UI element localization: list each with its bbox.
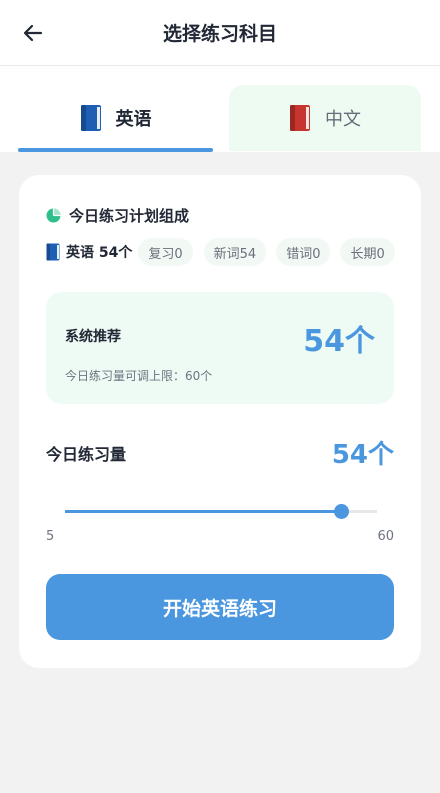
- slider-track-filled[interactable]: [65, 510, 377, 513]
- recommend-note: 今日练习量可调上限：60个: [65, 369, 213, 383]
- chip-review: 复习0: [138, 238, 193, 266]
- tab-english[interactable]: 英语: [18, 85, 213, 151]
- slider-thumb[interactable]: [334, 504, 349, 519]
- slider-min-label: 5: [46, 529, 55, 544]
- today-amount-label: 今日练习量: [46, 445, 127, 464]
- practice-plan-card: 今日练习计划组成 英语 54个 复习0 新词54 错词0 长期0 系统推荐 54…: [19, 175, 421, 668]
- red-book-icon: [290, 105, 310, 131]
- today-amount-value: 54个: [331, 440, 394, 470]
- tab-english-label: 英语: [115, 109, 152, 130]
- chip-wrong-words: 错词0: [276, 238, 331, 266]
- chip-long-term: 长期0: [340, 238, 395, 266]
- active-tab-indicator: [18, 148, 213, 152]
- tab-chinese-label: 中文: [325, 109, 361, 130]
- plan-breakdown: 英语 54个 复习0 新词54 错词0 长期0: [46, 237, 395, 267]
- plan-subject-label: 英语 54个: [66, 245, 133, 261]
- plan-heading: 今日练习计划组成: [46, 205, 189, 226]
- chip-new-words: 新词54: [203, 238, 267, 266]
- recommend-value: 54个: [303, 324, 375, 359]
- plan-subject: 英语 54个: [46, 242, 132, 262]
- top-bar: 选择练习科目: [0, 0, 440, 66]
- start-practice-button[interactable]: 开始英语练习: [46, 574, 394, 640]
- recommend-title: 系统推荐: [65, 329, 121, 345]
- blue-book-icon: [80, 105, 101, 131]
- slider-max-label: 60: [377, 529, 394, 544]
- page-title: 选择练习科目: [162, 23, 277, 45]
- system-recommendation: 系统推荐 54个 今日练习量可调上限：60个: [46, 292, 394, 404]
- subject-tabs: 英语 中文: [0, 66, 440, 152]
- pie-chart-icon: [46, 208, 61, 223]
- app-screen: 选择练习科目 英语 中文 今日练习计划组成 英语 54个 复习0 新词54 错词…: [0, 0, 440, 793]
- plan-title: 今日练习计划组成: [69, 207, 190, 225]
- blue-book-icon: [46, 243, 60, 261]
- tab-chinese[interactable]: 中文: [229, 85, 421, 151]
